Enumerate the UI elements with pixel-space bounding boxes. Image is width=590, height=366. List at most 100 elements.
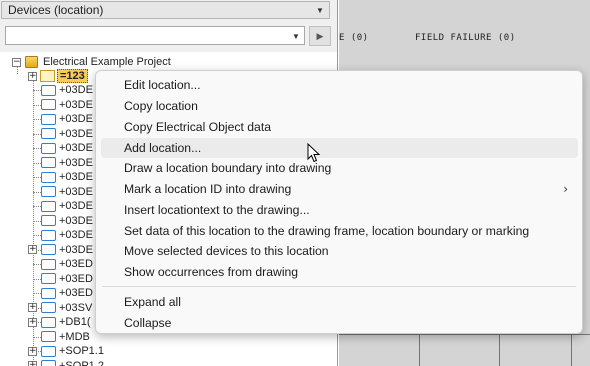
menu-item-copy-electrical-object-data[interactable]: Copy Electrical Object data [96, 117, 582, 137]
tree-node-label: +03DE [59, 243, 93, 256]
filter-dropdown-arrow-icon[interactable]: ▼ [288, 28, 304, 44]
tree-node[interactable]: +DB1( [41, 315, 91, 330]
tree-node[interactable]: +03DE [41, 185, 93, 200]
drawing-line [571, 334, 572, 366]
tree-connector [33, 206, 41, 207]
tree-node[interactable]: +MDB [41, 330, 90, 345]
menu-item-mark-location-id[interactable]: Mark a location ID into drawing › [96, 179, 582, 199]
tree-node-label: +SOP1.1 [59, 345, 104, 358]
tree-connector [33, 148, 41, 149]
menu-item-insert-locationtext[interactable]: Insert locationtext to the drawing... [96, 200, 582, 220]
view-selector-dropdown[interactable]: Devices (location) ▼ [1, 1, 330, 19]
tree-node[interactable]: +03DE [41, 98, 93, 113]
menu-item-label: Insert locationtext to the drawing... [124, 203, 310, 217]
menu-item-show-occurrences[interactable]: Show occurrences from drawing [96, 262, 582, 282]
tree-node-selected[interactable]: + =123 [28, 69, 88, 84]
location-icon [41, 360, 56, 366]
tree-connector [33, 162, 41, 164]
tree-node[interactable]: +03DE [41, 127, 93, 142]
tree-connector [33, 220, 41, 222]
collapse-icon[interactable]: − [12, 57, 21, 67]
location-icon [41, 157, 56, 169]
location-icon [41, 171, 56, 183]
tree-node[interactable]: +03DE [41, 214, 93, 229]
menu-item-add-location[interactable]: Add location... [101, 138, 578, 158]
location-icon [41, 244, 56, 256]
location-icon [41, 273, 56, 285]
drawing-line [419, 334, 420, 366]
context-menu: Edit location... Copy location Copy Elec… [95, 70, 583, 334]
location-icon [41, 186, 56, 198]
filter-apply-button[interactable]: ▶ [309, 26, 331, 46]
location-icon [41, 258, 56, 270]
tree-node[interactable]: +03DE [41, 156, 93, 171]
menu-item-expand-all[interactable]: Expand all [96, 292, 582, 312]
location-icon [41, 113, 56, 125]
menu-item-move-selected-devices[interactable]: Move selected devices to this location [96, 241, 582, 261]
tree-node-label: +SOP1.2 [59, 359, 104, 366]
menu-item-label: Mark a location ID into drawing [124, 182, 292, 196]
menu-item-label: Move selected devices to this location [124, 244, 329, 258]
tree-root-label: Electrical Example Project [43, 56, 171, 69]
menu-item-copy-location[interactable]: Copy location [96, 96, 582, 116]
location-icon [41, 200, 56, 212]
expand-icon[interactable]: + [28, 245, 37, 254]
tree-connector [33, 278, 41, 280]
tree-connector [33, 336, 41, 338]
location-icon [41, 287, 56, 299]
arrow-right-icon: ▶ [316, 30, 324, 41]
tree-node-label: +03ED [59, 258, 93, 271]
filter-input[interactable]: ▼ [5, 26, 305, 45]
location-icon [41, 128, 56, 140]
location-icon [41, 229, 56, 241]
tree-node[interactable]: +03ED [41, 272, 93, 287]
dropdown-arrow-icon[interactable]: ▼ [311, 2, 329, 18]
expand-icon[interactable]: + [28, 346, 37, 356]
project-icon [25, 56, 38, 69]
tree-node[interactable]: +03SV [41, 301, 92, 316]
submenu-chevron-icon: › [563, 182, 568, 196]
tree-node[interactable]: +03DE [41, 83, 93, 98]
tree-node-label: +03DE [59, 156, 93, 169]
tree-node[interactable]: +SOP1.1 [41, 344, 104, 359]
tree-node[interactable]: +03DE [41, 170, 93, 185]
tree-node[interactable]: +03DE [41, 141, 93, 156]
tree-node[interactable]: +SOP1.2 [41, 359, 104, 366]
menu-item-edit-location[interactable]: Edit location... [96, 75, 582, 95]
tree-node-label: =123 [57, 69, 88, 84]
tree-node-label: +03DE [59, 200, 93, 213]
expand-icon[interactable]: + [28, 303, 37, 312]
menu-separator [102, 286, 576, 287]
location-icon [41, 84, 56, 96]
tree-node[interactable]: +03DE [41, 112, 93, 127]
expand-icon[interactable]: + [28, 71, 37, 81]
tree-connector [33, 119, 41, 120]
tree-node[interactable]: +03DE [41, 243, 93, 258]
tree-node-label: +03SV [59, 301, 93, 314]
tree-connector [33, 104, 41, 106]
tree-connector [33, 177, 41, 178]
tree-node-label: +03DE [59, 229, 93, 242]
expand-icon[interactable]: + [28, 317, 37, 327]
location-icon [41, 302, 56, 314]
tree-node[interactable]: +03ED [41, 257, 93, 272]
menu-item-collapse[interactable]: Collapse [96, 313, 582, 333]
tree-root-node[interactable]: − Electrical Example Project [12, 55, 171, 70]
menu-item-label: Show occurrences from drawing [124, 265, 299, 279]
tree-connector [33, 90, 41, 91]
menu-item-draw-location-boundary[interactable]: Draw a location boundary into drawing [96, 158, 582, 178]
tree-node-label: +03DE [59, 84, 93, 97]
menu-item-set-location-data[interactable]: Set data of this location to the drawing… [96, 221, 582, 241]
menu-item-label: Expand all [124, 295, 181, 309]
tree-node-label: +DB1( [59, 316, 91, 329]
menu-item-label: Copy Electrical Object data [124, 120, 271, 134]
tree-connector [33, 191, 41, 193]
folder-icon [40, 70, 55, 83]
menu-item-label: Set data of this location to the drawing… [124, 224, 530, 238]
tree-node[interactable]: +03DE [41, 228, 93, 243]
tree-node[interactable]: +03DE [41, 199, 93, 214]
expand-icon[interactable]: + [28, 361, 37, 366]
tree-node[interactable]: +03ED [41, 286, 93, 301]
menu-item-label: Collapse [124, 316, 172, 330]
menu-item-label: Edit location... [124, 78, 201, 92]
